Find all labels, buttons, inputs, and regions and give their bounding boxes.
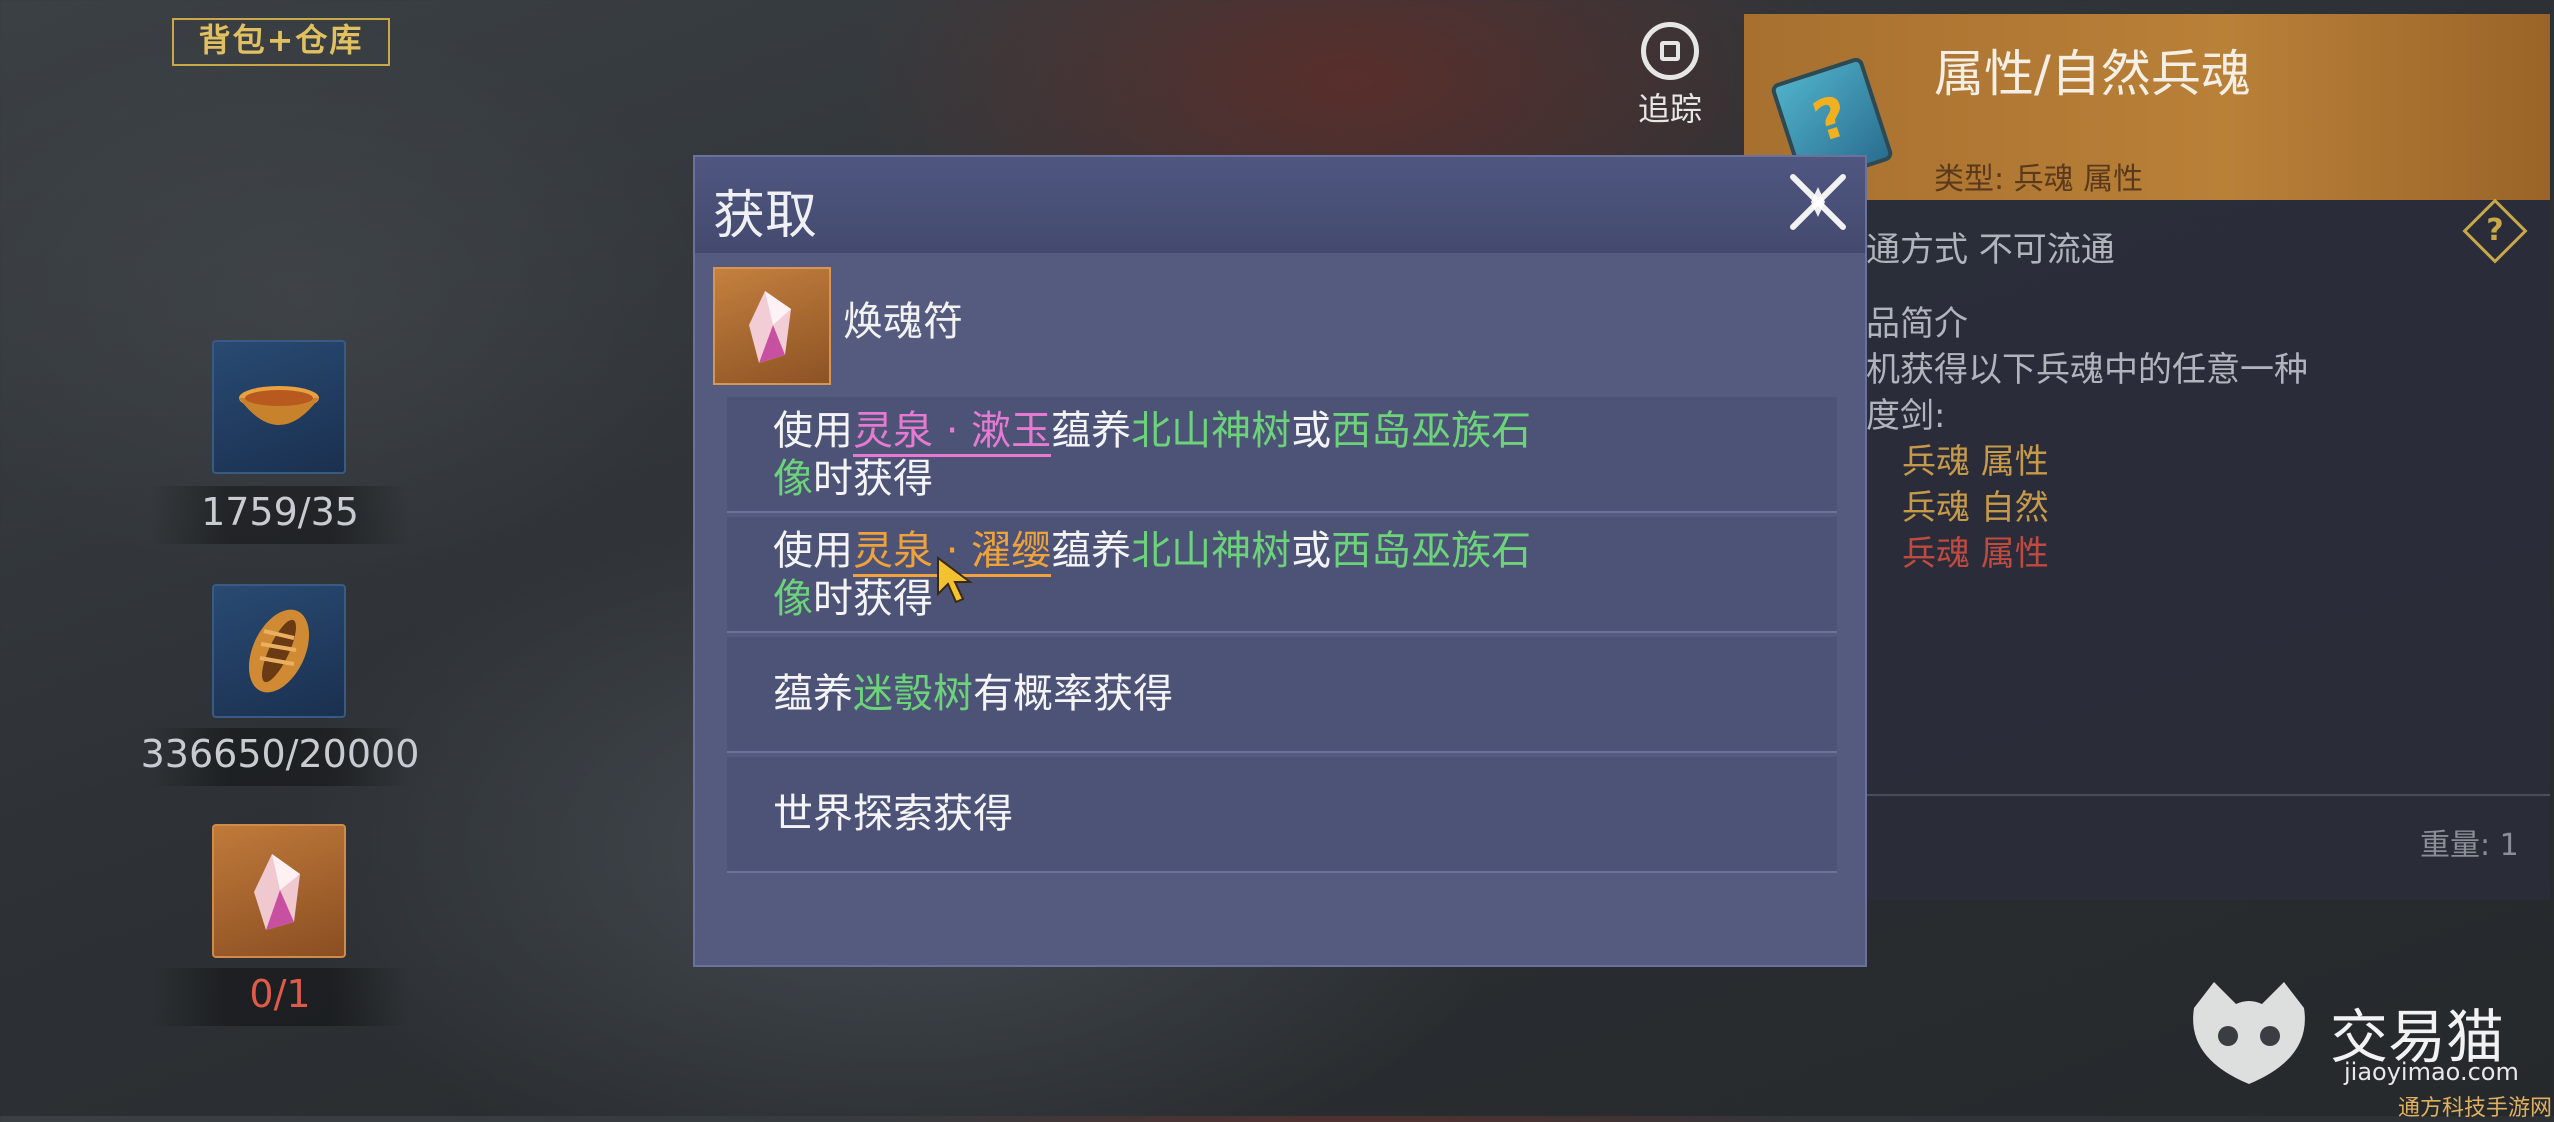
dialog-header: 获取 (695, 157, 1865, 253)
track-button[interactable]: 追踪 (1620, 22, 1720, 142)
source-row[interactable]: 世界探索获得 (727, 757, 1837, 873)
shell-item-icon (248, 609, 310, 693)
inventory-count: 336650/20000 (140, 732, 420, 776)
help-icon[interactable]: ? (2462, 198, 2528, 264)
soul-crystal-icon (713, 267, 831, 385)
intro-label: 品简介 (1866, 304, 1968, 344)
source-text: 使用灵泉 · 漱玉蕴养北山神树或西岛巫族石 像时获得 (773, 408, 1532, 502)
source-text: 世界探索获得 (773, 791, 1013, 837)
mouse-cursor-icon (937, 556, 973, 604)
inventory-slot-soul-crystal[interactable] (212, 824, 346, 958)
watermark-cat-logo-icon (2193, 982, 2305, 1084)
soul-option: 兵魂 属性 (1902, 534, 2049, 574)
dialog-title: 获取 (713, 186, 818, 246)
item-weight: 重量: 1 (2420, 828, 2519, 863)
track-label: 追踪 (1637, 90, 1702, 128)
source-text: 使用灵泉 · 濯缨蕴养北山神树或西岛巫族石 像时获得 (773, 528, 1532, 622)
watermark-sub: 通方科技手游网 (2398, 1096, 2553, 1121)
inventory-count: 1759/35 (201, 490, 359, 534)
track-icon (1641, 22, 1699, 80)
spring-link[interactable]: 灵泉 · 漱玉 (853, 408, 1052, 457)
trade-status: 通方式 不可流通 (1866, 230, 2115, 270)
bag-warehouse-title[interactable]: 背包+仓库 (172, 18, 390, 66)
inventory-slot-bowl[interactable] (212, 340, 346, 474)
source-row[interactable]: 使用灵泉 · 漱玉蕴养北山神树或西岛巫族石 像时获得 (727, 397, 1837, 513)
item-name: 焕魂符 (843, 299, 963, 345)
source-row[interactable]: 使用灵泉 · 濯缨蕴养北山神树或西岛巫族石 像时获得 (727, 517, 1837, 633)
source-row[interactable]: 蕴养迷彀树有概率获得 (727, 637, 1837, 753)
info-type: 类型: 兵魂 属性 (1934, 162, 2144, 197)
soul-crystal-icon (254, 854, 300, 930)
inventory-slot-shell[interactable] (212, 584, 346, 718)
watermark-url: jiaoyimao.com (2344, 1058, 2519, 1086)
bowl-item-icon (239, 386, 319, 425)
soul-option: 兵魂 自然 (1902, 488, 2049, 528)
soul-option: 兵魂 属性 (1902, 442, 2049, 482)
intro-text: 机获得以下兵魂中的任意一种 (1866, 350, 2308, 390)
sword-label: 度剑: (1866, 396, 1946, 436)
inventory-count-missing: 0/1 (249, 972, 311, 1016)
source-text: 蕴养迷彀树有概率获得 (773, 671, 1173, 717)
close-icon[interactable] (1785, 169, 1851, 235)
acquire-dialog: 获取 焕魂符 使用灵泉 · 漱玉蕴养北山神树或西岛巫族石 像时获得 使用灵泉 · … (693, 155, 1867, 967)
info-title: 属性/自然兵魂 (1934, 45, 2251, 103)
